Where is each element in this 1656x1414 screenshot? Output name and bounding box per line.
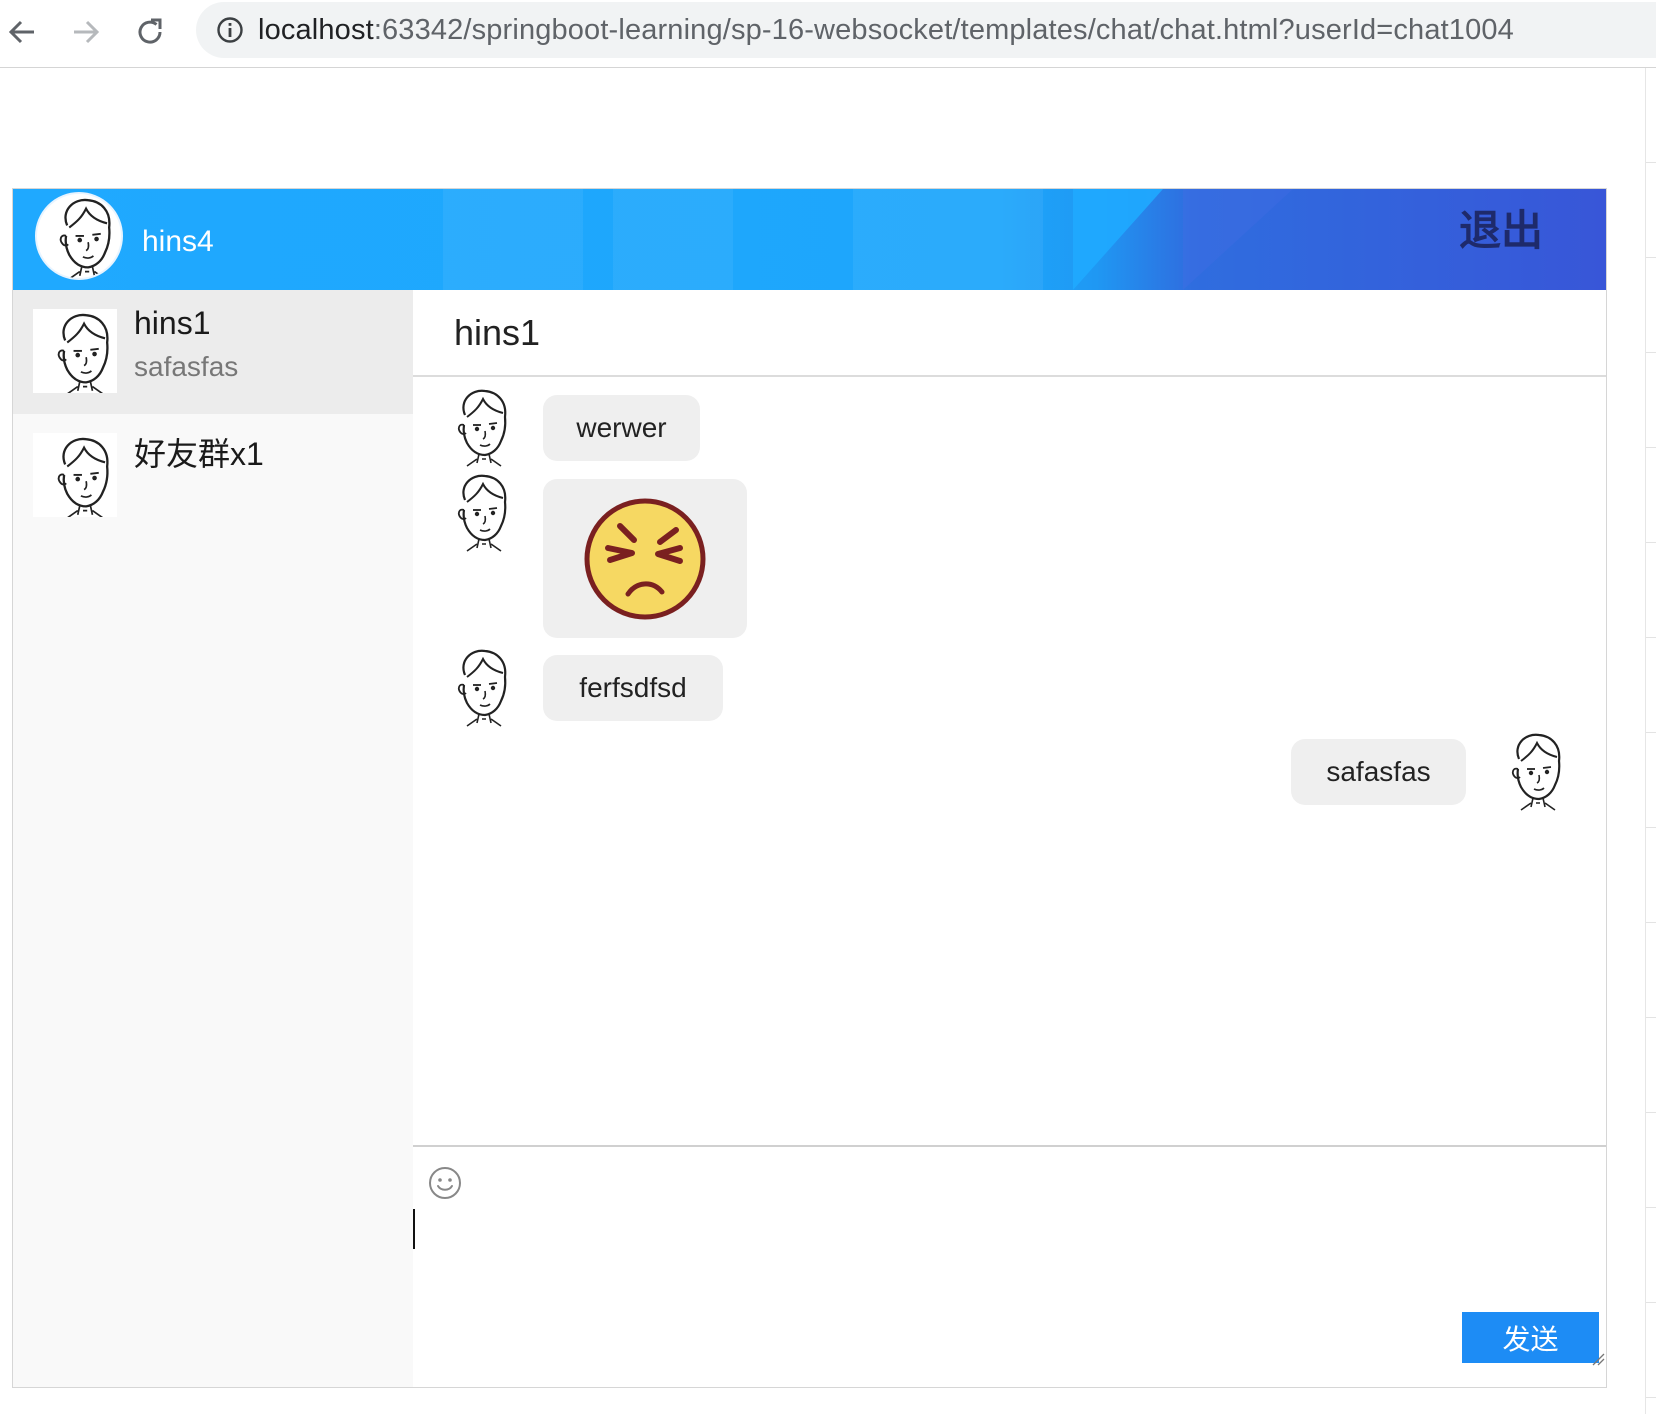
- header-decoration: [443, 189, 583, 290]
- url-text: localhost:63342/springboot-learning/sp-1…: [258, 14, 1514, 47]
- url-host: localhost: [258, 13, 374, 46]
- emoji-message-bubble: [543, 479, 747, 638]
- forward-button[interactable]: [66, 12, 106, 52]
- my-username: hins4: [142, 225, 214, 258]
- chat-app: hins4 退出 hins1 safasfas 好友群x1 hins1 werw…: [12, 188, 1607, 1388]
- contact-name: hins1: [134, 305, 211, 341]
- app-header: hins4 退出: [13, 189, 1606, 290]
- sender-avatar: [449, 472, 515, 552]
- message-composer: 发送: [413, 1145, 1606, 1387]
- chat-title-bar: hins1: [413, 290, 1606, 377]
- sender-avatar: [449, 387, 515, 467]
- header-decoration: [1073, 189, 1163, 290]
- my-message-avatar: [1503, 731, 1569, 811]
- info-icon[interactable]: [216, 16, 244, 44]
- reload-icon: [138, 18, 162, 44]
- message-input[interactable]: [417, 1207, 1597, 1357]
- message-bubble: werwer: [543, 395, 700, 461]
- address-bar[interactable]: localhost:63342/springboot-learning/sp-1…: [196, 2, 1656, 58]
- contact-name: 好友群x1: [134, 436, 264, 472]
- browser-toolbar: localhost:63342/springboot-learning/sp-1…: [0, 0, 1656, 68]
- back-button[interactable]: [2, 12, 42, 52]
- contact-last-message: safasfas: [134, 351, 239, 382]
- logout-button[interactable]: 退出: [1459, 197, 1543, 258]
- send-button[interactable]: 发送: [1462, 1312, 1599, 1363]
- my-message-bubble: safasfas: [1291, 739, 1466, 805]
- user-face-icon: [37, 194, 121, 278]
- url-path: :63342/springboot-learning/sp-16-websock…: [373, 13, 1514, 46]
- reload-button[interactable]: [130, 12, 170, 52]
- contact-avatar: [33, 433, 117, 517]
- arrow-right-icon: [74, 20, 100, 44]
- user-face-icon: [33, 433, 117, 517]
- user-face-icon: [449, 387, 515, 467]
- user-face-icon: [449, 472, 515, 552]
- smiley-icon[interactable]: [427, 1165, 463, 1201]
- chat-title: hins1: [454, 312, 541, 353]
- contact-item-group[interactable]: 好友群x1: [13, 414, 413, 538]
- page-right-edge: [1645, 68, 1656, 1414]
- header-decoration: [613, 189, 733, 290]
- arrow-left-icon: [8, 20, 34, 44]
- user-face-icon: [1503, 731, 1569, 811]
- resize-grip-icon[interactable]: [1591, 1352, 1605, 1366]
- message-bubble: ferfsdfsd: [543, 655, 723, 721]
- contact-avatar: [33, 309, 117, 393]
- sender-avatar: [449, 647, 515, 727]
- squinting-angry-face-icon: [584, 498, 706, 619]
- chat-panel: hins1 werwer ferfsdfsd safasfas 发送: [413, 290, 1606, 1387]
- user-face-icon: [33, 309, 117, 393]
- contact-list: hins1 safasfas 好友群x1: [13, 290, 413, 1387]
- header-decoration: [853, 189, 1043, 290]
- message-list: werwer ferfsdfsd safasfas: [413, 377, 1606, 1145]
- user-face-icon: [449, 647, 515, 727]
- header-decoration: [1183, 189, 1293, 290]
- my-avatar: [35, 192, 123, 280]
- contact-item-hins1[interactable]: hins1 safasfas: [13, 290, 413, 414]
- text-caret: [413, 1209, 415, 1249]
